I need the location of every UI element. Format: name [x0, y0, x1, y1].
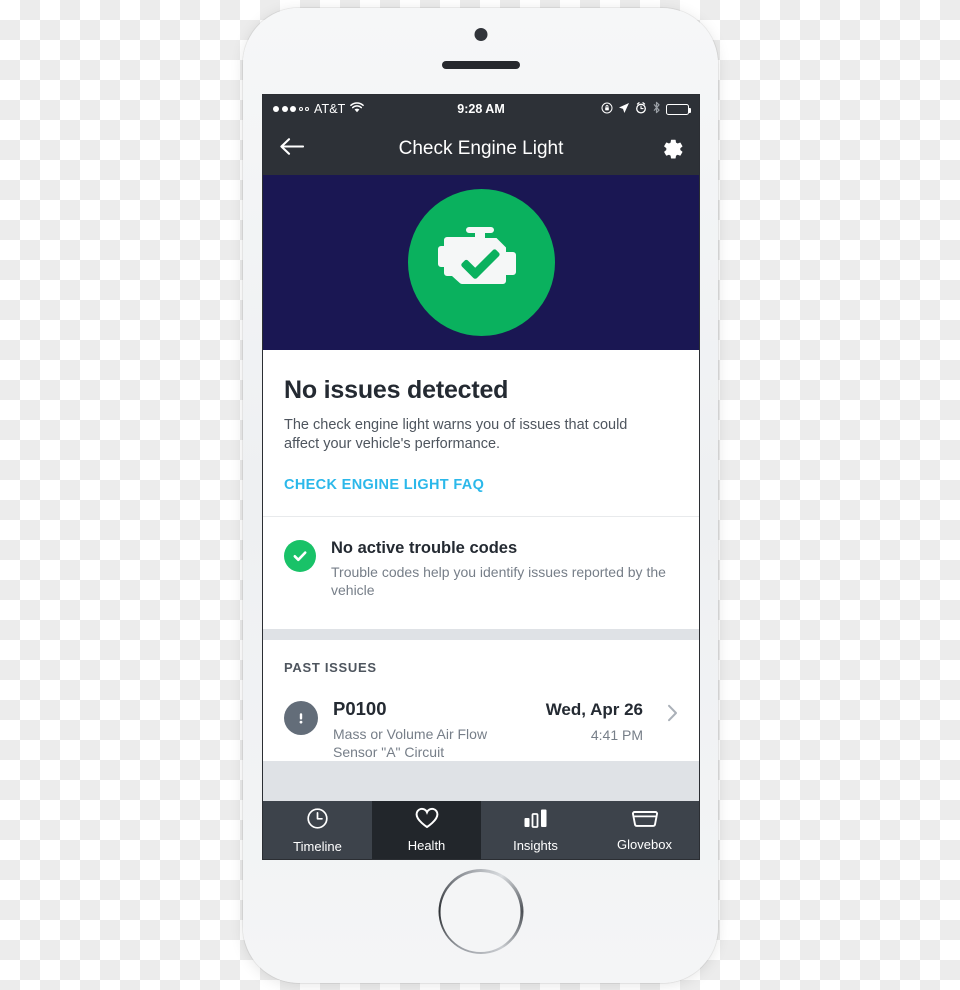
trouble-codes-title: No active trouble codes [331, 539, 518, 557]
settings-button[interactable] [659, 135, 683, 164]
tab-health-label: Health [407, 838, 446, 853]
tab-insights[interactable]: Insights [481, 801, 590, 859]
status-bar: AT&T 9:28 AM [263, 95, 699, 123]
bar-chart-icon [523, 807, 549, 834]
trouble-codes-text: No active trouble codes Trouble codes he… [331, 539, 678, 599]
back-button[interactable] [279, 137, 305, 161]
clock-icon [306, 807, 329, 835]
status-card: No issues detected The check engine ligh… [263, 350, 699, 629]
green-check-circle-icon [284, 540, 316, 572]
home-button-inner [440, 871, 521, 952]
status-headline: No issues detected [284, 376, 509, 404]
tab-timeline-label: Timeline [293, 838, 342, 854]
tab-insights-label: Insights [513, 838, 558, 853]
home-button[interactable] [438, 869, 523, 954]
status-bar-right [601, 101, 692, 117]
status-bar-left: AT&T [273, 102, 365, 116]
past-issues-card: PAST ISSUES P0100 Mass or Volume Air Flo… [263, 640, 699, 761]
rotation-lock-icon [601, 102, 613, 117]
alert-exclamation-icon [284, 701, 318, 735]
tab-health[interactable]: Health [372, 801, 481, 859]
front-camera-icon [474, 28, 487, 41]
bottom-tab-bar: Timeline Health Insights Glovebox [263, 801, 699, 859]
gear-icon [659, 135, 683, 164]
carrier-label: AT&T [314, 102, 346, 116]
signal-strength-icon [273, 106, 309, 112]
hero-banner [263, 175, 699, 350]
earpiece-speaker [441, 61, 520, 69]
bluetooth-icon [652, 101, 661, 117]
tab-timeline[interactable]: Timeline [263, 801, 372, 859]
past-issues-header: PAST ISSUES [284, 660, 377, 675]
nav-bar: Check Engine Light [263, 123, 699, 175]
list-item[interactable]: P0100 Mass or Volume Air Flow Sensor "A"… [284, 698, 678, 761]
glovebox-icon [631, 808, 658, 833]
check-engine-ok-icon [438, 227, 524, 298]
past-issue-date: Wed, Apr 26 [545, 700, 643, 719]
past-issue-meta: Wed, Apr 26 4:41 PM [546, 698, 643, 743]
tab-glovebox-label: Glovebox [617, 837, 672, 852]
tab-glovebox[interactable]: Glovebox [590, 801, 699, 859]
phone-screen: AT&T 9:28 AM Check Engine Light No issue… [262, 94, 700, 860]
chevron-right-icon[interactable] [658, 698, 678, 727]
heart-icon [415, 807, 439, 834]
back-arrow-icon [279, 137, 305, 161]
past-issue-main: P0100 Mass or Volume Air Flow Sensor "A"… [333, 698, 531, 761]
trouble-codes-row[interactable]: No active trouble codes Trouble codes he… [263, 517, 699, 629]
alarm-clock-icon [635, 101, 647, 117]
page-title: Check Engine Light [398, 138, 564, 159]
engine-status-badge [407, 189, 555, 336]
battery-icon [666, 103, 692, 115]
content-scroll-area[interactable]: No issues detected The check engine ligh… [263, 350, 699, 859]
past-issue-description: Mass or Volume Air Flow Sensor "A" Circu… [333, 726, 488, 760]
trouble-codes-subtitle: Trouble codes help you identify issues r… [331, 564, 666, 598]
status-description: The check engine light warns you of issu… [284, 417, 628, 452]
past-issue-time: 4:41 PM [590, 727, 643, 743]
location-arrow-icon [618, 102, 630, 117]
past-issue-code: P0100 [333, 698, 387, 719]
card-gap-divider [263, 629, 699, 640]
check-engine-light-faq-link[interactable]: CHECK ENGINE LIGHT FAQ [284, 477, 484, 493]
wifi-icon [350, 102, 365, 116]
